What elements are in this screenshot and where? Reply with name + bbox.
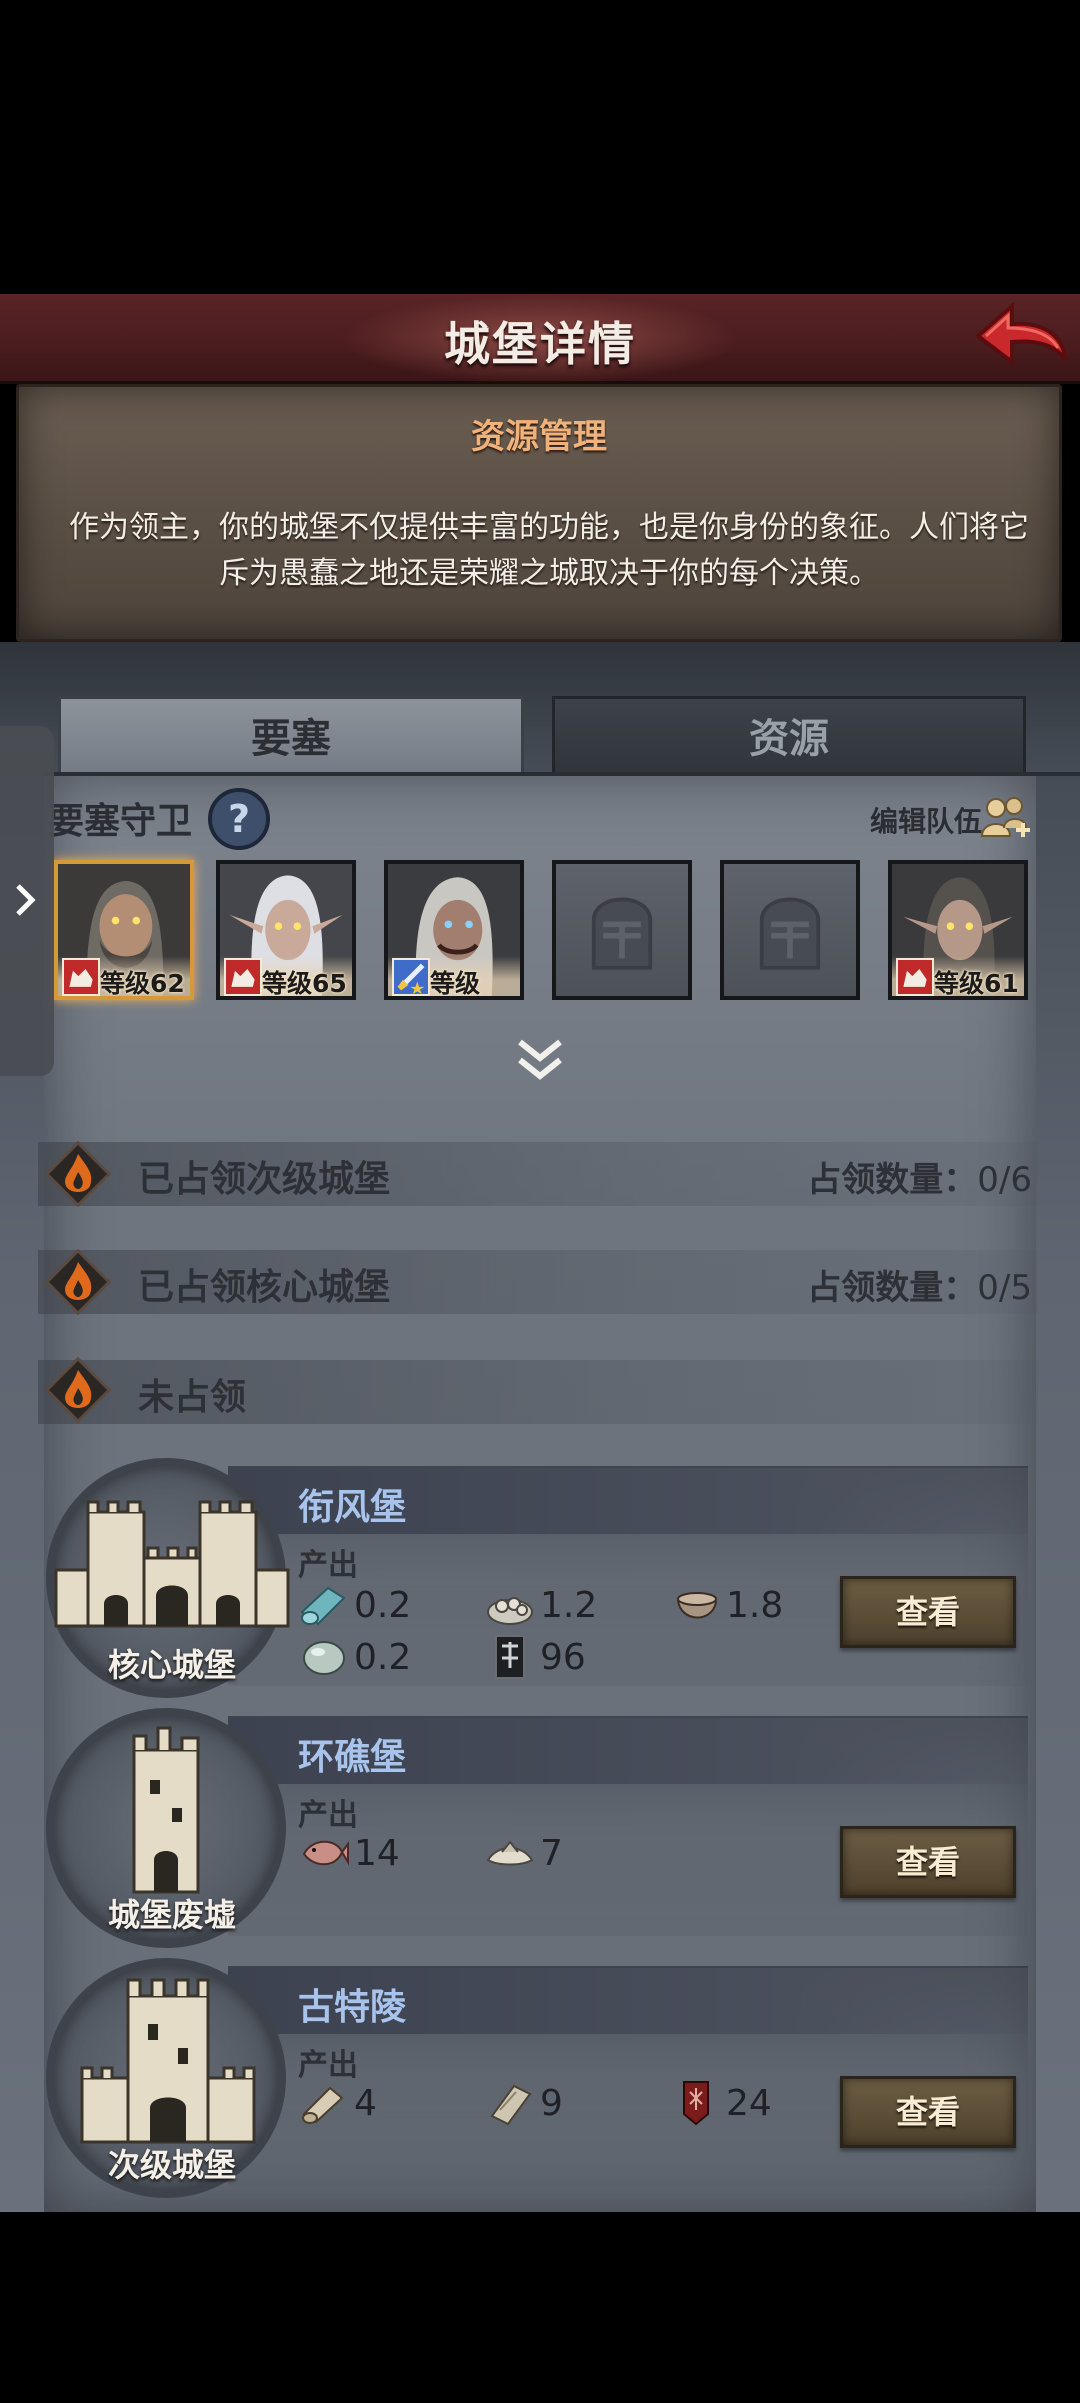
core-castle-icon — [54, 1500, 290, 1628]
castle-card-2[interactable]: 环礁堡 产出 14 7 查看 — [228, 1716, 1028, 1936]
wolf-icon — [896, 958, 934, 996]
hero-slot-empty-5[interactable] — [720, 860, 860, 1000]
section-count: 占领数量：0/6 — [807, 1160, 1032, 1200]
hero-level: 等级62 — [100, 969, 185, 998]
tab-divider — [44, 772, 1080, 776]
castle-type-label: 核心城堡 — [107, 1646, 236, 1684]
parchment-icon — [490, 2084, 532, 2126]
banner-icon — [495, 1635, 525, 1679]
gem-stone-icon — [303, 1641, 345, 1675]
tab-resources[interactable]: 资源 — [552, 696, 1026, 776]
salt-pile-icon — [486, 1840, 534, 1866]
hero-slot-6[interactable]: 等级61 — [888, 860, 1028, 1000]
section-title: 已占领核心城堡 — [138, 1267, 391, 1308]
castle-ruin-icon — [132, 1726, 200, 1894]
resource-value: 1.2 — [540, 1584, 598, 1626]
navigation-bar-area — [0, 2212, 1080, 2403]
resource-item: 24 — [670, 2080, 772, 2126]
resource-item: 0.2 — [298, 1582, 411, 1628]
flame-icon — [44, 1248, 112, 1316]
castle-name: 环礁堡 — [298, 1737, 407, 1778]
hero-level: 等级65 — [262, 969, 347, 998]
hero-slot-empty-4[interactable] — [552, 860, 692, 1000]
cloth-roll-icon — [300, 1586, 346, 1626]
view-button[interactable]: 查看 — [840, 1826, 1016, 1898]
castle-type-label: 城堡废墟 — [107, 1896, 236, 1934]
helmet-icon — [759, 897, 821, 970]
sword-star-icon — [392, 958, 430, 996]
status-bar-area — [0, 0, 1080, 294]
resource-value: 0.2 — [354, 1636, 412, 1678]
section-title: 未占领 — [138, 1377, 247, 1418]
team-add-icon[interactable] — [980, 792, 1032, 844]
castle-type-label: 次级城堡 — [107, 2146, 236, 2184]
secondary-castle-icon — [80, 1978, 256, 2144]
output-label: 产出 — [298, 1798, 358, 1833]
pouch-icon — [676, 1592, 718, 1619]
title-bar: 城堡详情 — [0, 294, 1080, 384]
page-title: 城堡详情 — [444, 317, 636, 371]
info-panel: 资源管理 作为领主，你的城堡不仅提供丰富的功能，也是你身份的象征。人们将它斥为愚… — [16, 384, 1062, 642]
flame-icon — [44, 1356, 112, 1424]
view-button[interactable]: 查看 — [840, 2076, 1016, 2148]
hero-slot-2[interactable]: 等级65 — [216, 860, 356, 1000]
fish-icon — [302, 1840, 349, 1866]
svg-text:?: ? — [228, 797, 250, 841]
resource-value: 4 — [354, 2082, 377, 2124]
castle-name: 古特陵 — [298, 1987, 407, 2028]
resource-item: 7 — [484, 1830, 563, 1876]
info-title: 资源管理 — [471, 417, 607, 457]
resource-value: 14 — [354, 1832, 400, 1874]
hero-level: 等级61 — [934, 969, 1019, 998]
output-label: 产出 — [298, 2048, 358, 2083]
chevron-down-double-icon[interactable] — [514, 1036, 566, 1084]
resource-item: 0.2 — [298, 1634, 411, 1680]
info-description: 作为领主，你的城堡不仅提供丰富的功能，也是你身份的象征。人们将它斥为愚蠢之地还是… — [69, 510, 1029, 591]
red-banner-icon — [683, 2081, 709, 2126]
section-count: 占领数量：0/5 — [807, 1268, 1032, 1308]
help-icon[interactable]: ? — [206, 786, 272, 852]
hero-slot-1[interactable]: 等级62 — [54, 860, 194, 1000]
scroll-icon — [302, 2086, 344, 2124]
wolf-icon — [62, 958, 100, 996]
helmet-icon — [591, 897, 653, 970]
resource-value: 7 — [540, 1832, 563, 1874]
chevron-right-icon[interactable] — [14, 880, 38, 920]
tab-fortress[interactable]: 要塞 — [58, 696, 524, 776]
back-arrow-icon[interactable] — [970, 298, 1070, 378]
resource-value: 0.2 — [354, 1584, 412, 1626]
castle-name: 衔风堡 — [298, 1487, 407, 1528]
ore-pile-icon — [487, 1597, 533, 1625]
wolf-icon — [224, 958, 262, 996]
resource-item: 9 — [484, 2080, 563, 2126]
output-label: 产出 — [298, 1548, 358, 1583]
resource-item: 96 — [484, 1634, 586, 1680]
castle-card-3[interactable]: 古特陵 产出 4 9 24 查看 — [228, 1966, 1028, 2186]
guards-label: 要塞守卫 — [48, 801, 193, 842]
resource-item: 1.2 — [484, 1582, 597, 1628]
resource-value: 9 — [540, 2082, 563, 2124]
resource-value: 96 — [540, 1636, 586, 1678]
hero-slot-3[interactable]: 等级104 — [384, 860, 524, 1000]
resource-item: 14 — [298, 1830, 400, 1876]
resource-item: 1.8 — [670, 1582, 783, 1628]
flame-icon — [44, 1140, 112, 1208]
resource-value: 24 — [726, 2082, 772, 2124]
edit-team-button[interactable]: 编辑队伍 — [870, 800, 982, 840]
castle-card-1[interactable]: 衔风堡 产出 0.2 1.2 1.8 0.2 96 查看 — [228, 1466, 1028, 1686]
resource-value: 1.8 — [726, 1584, 784, 1626]
section-title: 已占领次级城堡 — [138, 1159, 391, 1200]
view-button[interactable]: 查看 — [840, 1576, 1016, 1648]
resource-item: 4 — [298, 2080, 377, 2126]
hero-level: 等级104 — [430, 969, 481, 998]
